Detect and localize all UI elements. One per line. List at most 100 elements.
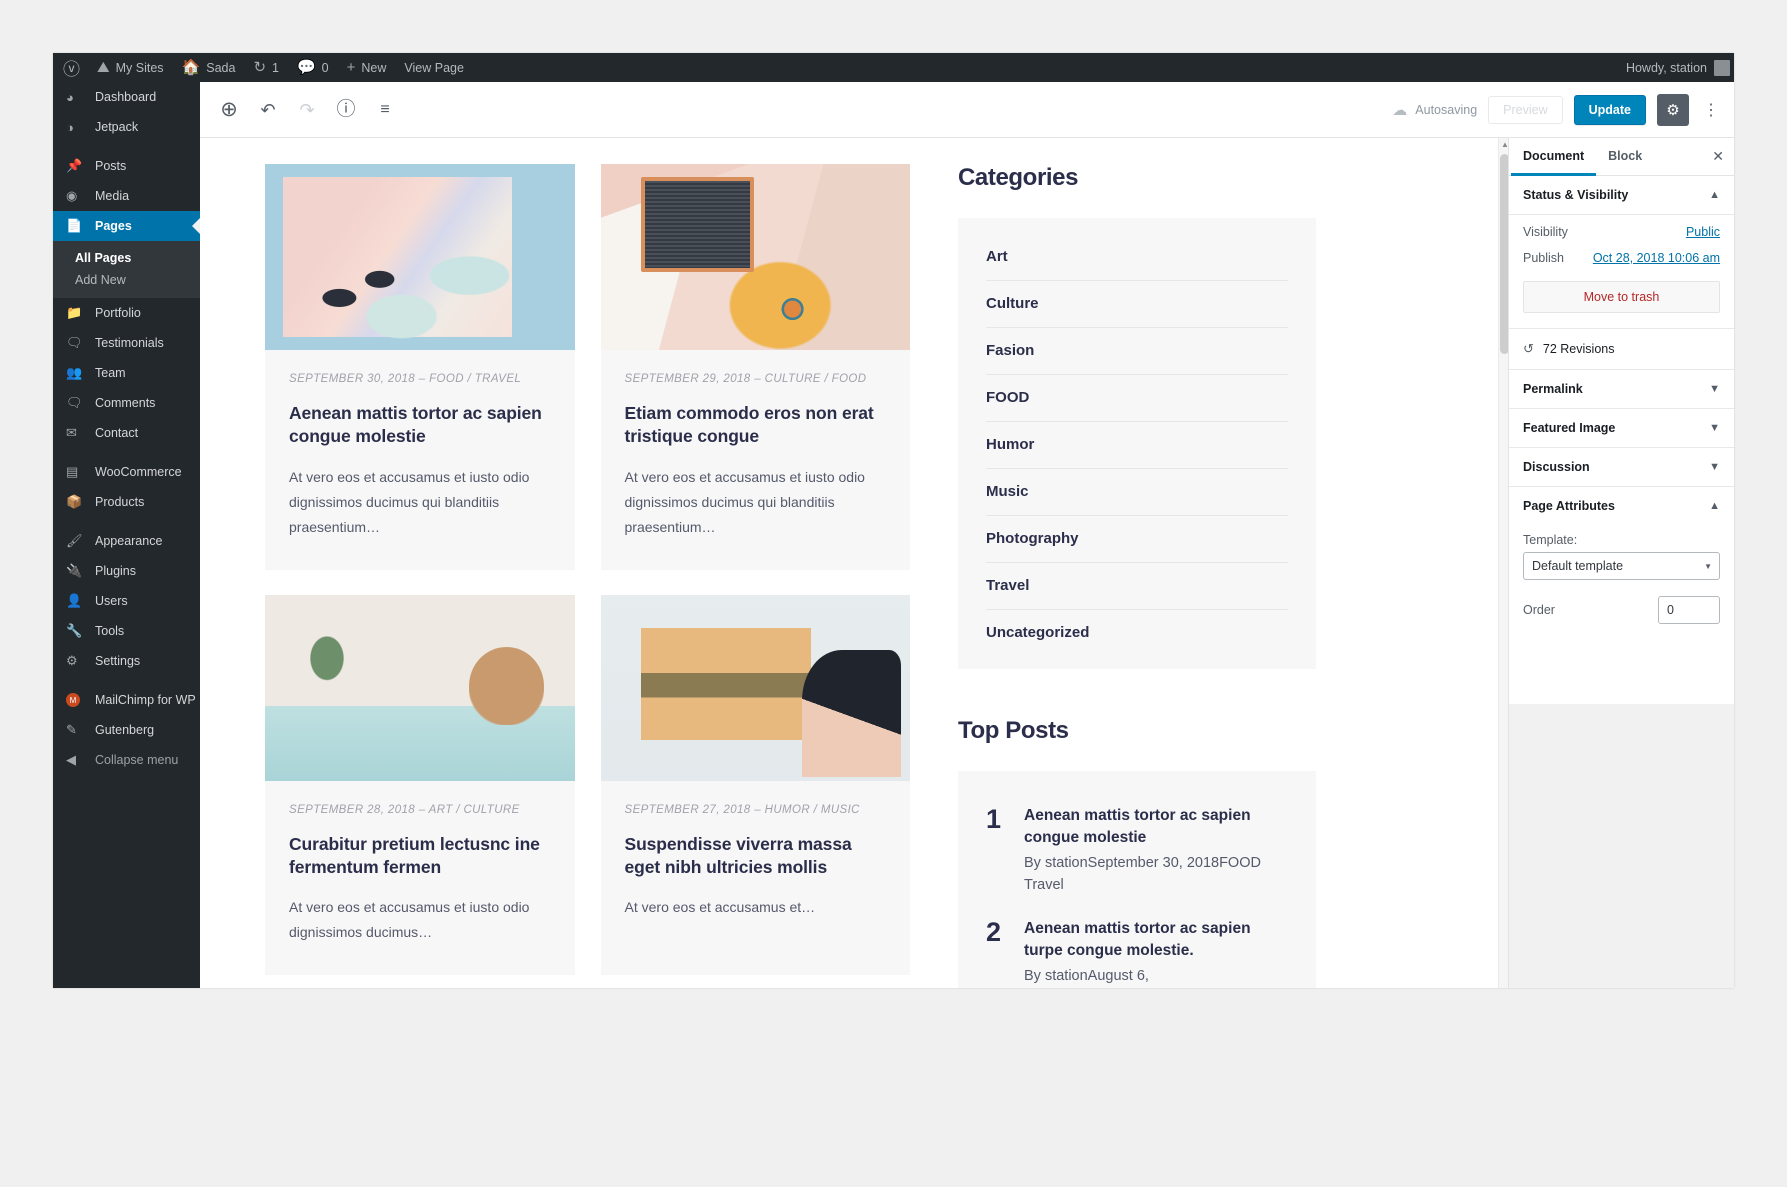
admin-bar-item-new[interactable]: + New bbox=[338, 53, 396, 82]
more-options-button[interactable]: ⋮ bbox=[1700, 94, 1722, 126]
sidebar-item-dashboard[interactable]: ◕ Dashboard bbox=[53, 82, 200, 112]
post-card[interactable]: SEPTEMBER 29, 2018 – CULTURE / FOOD Etia… bbox=[601, 164, 911, 570]
visibility-value[interactable]: Public bbox=[1686, 225, 1720, 239]
comments-icon: 🗨 bbox=[66, 395, 86, 411]
top-post-item[interactable]: 1 Aenean mattis tortor ac sapien congue … bbox=[986, 805, 1288, 896]
preview-button[interactable]: Preview bbox=[1488, 96, 1562, 124]
sidebar-item-label: Contact bbox=[95, 426, 138, 440]
discussion-section[interactable]: Discussion ▼ bbox=[1509, 448, 1734, 487]
wordpress-admin-window: ⓥ ⛰ My Sites 🏠 Sada ↻ 1 💬 0 + New View P… bbox=[53, 53, 1734, 988]
category-item[interactable]: Uncategorized bbox=[986, 610, 1288, 647]
post-title[interactable]: Curabitur pretium lectusnc ine fermentum… bbox=[289, 833, 551, 880]
admin-bar-item-site[interactable]: 🏠 Sada bbox=[173, 53, 245, 82]
sidebar-item-label: Team bbox=[95, 366, 126, 380]
order-field: Order bbox=[1523, 580, 1720, 628]
category-item[interactable]: Travel bbox=[986, 563, 1288, 610]
sidebar-item-users[interactable]: 👤 Users bbox=[53, 586, 200, 616]
sidebar-item-team[interactable]: 👥 Team bbox=[53, 358, 200, 388]
sidebar-item-mailchimp[interactable]: M MailChimp for WP bbox=[53, 685, 200, 715]
sidebar-item-products[interactable]: 📦 Products bbox=[53, 487, 200, 517]
visibility-field: Visibility Public bbox=[1523, 219, 1720, 245]
meta-separator: – bbox=[754, 373, 764, 385]
order-input[interactable] bbox=[1658, 596, 1720, 624]
sidebar-item-media[interactable]: ◉ Media bbox=[53, 181, 200, 211]
category-item[interactable]: Music bbox=[986, 469, 1288, 516]
post-card[interactable]: SEPTEMBER 27, 2018 – HUMOR / MUSIC Suspe… bbox=[601, 595, 911, 976]
top-post-title[interactable]: Aenean mattis tortor ac sapien turpe con… bbox=[1024, 918, 1288, 962]
sidebar-item-contact[interactable]: ✉ Contact bbox=[53, 418, 200, 448]
post-card-body: SEPTEMBER 29, 2018 – CULTURE / FOOD Etia… bbox=[601, 350, 911, 570]
sidebar-item-tools[interactable]: 🔧 Tools bbox=[53, 616, 200, 646]
category-item[interactable]: Culture bbox=[986, 281, 1288, 328]
block-navigation-button[interactable]: ≡ bbox=[367, 92, 403, 128]
pages-submenu: All Pages Add New bbox=[53, 241, 200, 298]
sidebar-item-portfolio[interactable]: 📁 Portfolio bbox=[53, 298, 200, 328]
contact-icon: ✉ bbox=[66, 425, 86, 441]
category-item[interactable]: Art bbox=[986, 244, 1288, 281]
publish-value[interactable]: Oct 28, 2018 10:06 am bbox=[1593, 251, 1720, 265]
close-icon[interactable]: ✕ bbox=[1712, 148, 1732, 165]
featured-image-section[interactable]: Featured Image ▼ bbox=[1509, 409, 1734, 448]
post-meta: SEPTEMBER 29, 2018 – CULTURE / FOOD bbox=[625, 370, 887, 389]
admin-bar-item-my-sites[interactable]: ⛰ My Sites bbox=[88, 53, 173, 82]
post-card[interactable]: SEPTEMBER 30, 2018 – FOOD / TRAVEL Aenea… bbox=[265, 164, 575, 570]
post-categories: FOOD / TRAVEL bbox=[429, 373, 521, 385]
sidebar-item-posts[interactable]: 📌 Posts bbox=[53, 151, 200, 181]
top-post-title[interactable]: Aenean mattis tortor ac sapien congue mo… bbox=[1024, 805, 1288, 849]
post-thumbnail bbox=[601, 595, 911, 781]
sidebar-item-label: Portfolio bbox=[95, 306, 141, 320]
gear-icon: ⚙ bbox=[1666, 101, 1679, 119]
sidebar-item-jetpack[interactable]: ◑ Jetpack bbox=[53, 112, 200, 142]
sidebar-item-label: Tools bbox=[95, 624, 124, 638]
page-attributes-body: Template: Default template ▼ Order bbox=[1509, 533, 1734, 641]
add-block-button[interactable]: ⊕ bbox=[211, 92, 247, 128]
sidebar-item-gutenberg[interactable]: ✎ Gutenberg bbox=[53, 715, 200, 745]
category-item[interactable]: FOOD bbox=[986, 375, 1288, 422]
update-button[interactable]: Update bbox=[1574, 95, 1646, 125]
settings-gear-button[interactable]: ⚙ bbox=[1657, 94, 1689, 126]
post-thumbnail bbox=[601, 164, 911, 350]
post-title[interactable]: Aenean mattis tortor ac sapien congue mo… bbox=[289, 402, 551, 449]
tab-block[interactable]: Block bbox=[1596, 138, 1654, 176]
sidebar-item-woocommerce[interactable]: ▤ WooCommerce bbox=[53, 457, 200, 487]
sidebar-item-comments[interactable]: 🗨 Comments bbox=[53, 388, 200, 418]
admin-bar-account[interactable]: Howdy, station bbox=[1626, 60, 1734, 76]
collapse-icon: ◀ bbox=[66, 752, 86, 768]
post-date: SEPTEMBER 29, 2018 bbox=[625, 373, 751, 385]
plus-icon: + bbox=[347, 60, 356, 75]
wordpress-logo-icon[interactable]: ⓥ bbox=[53, 53, 88, 82]
chevron-up-icon: ▲ bbox=[1709, 189, 1720, 201]
sidebar-item-appearance[interactable]: 🖌 Appearance bbox=[53, 526, 200, 556]
template-select[interactable]: Default template ▼ bbox=[1523, 552, 1720, 580]
post-card[interactable]: SEPTEMBER 28, 2018 – ART / CULTURE Curab… bbox=[265, 595, 575, 976]
sidebar-item-plugins[interactable]: 🔌 Plugins bbox=[53, 556, 200, 586]
undo-button[interactable]: ↶ bbox=[250, 92, 286, 128]
category-item[interactable]: Fasion bbox=[986, 328, 1288, 375]
admin-bar-item-view-page[interactable]: View Page bbox=[395, 53, 473, 82]
revisions-label: 72 Revisions bbox=[1543, 342, 1615, 356]
permalink-section[interactable]: Permalink ▼ bbox=[1509, 370, 1734, 409]
admin-bar-item-comments[interactable]: 💬 0 bbox=[288, 53, 338, 82]
page-attributes-header[interactable]: Page Attributes ▲ bbox=[1509, 487, 1734, 525]
admin-bar-item-updates[interactable]: ↻ 1 bbox=[244, 53, 288, 82]
move-to-trash-button[interactable]: Move to trash bbox=[1523, 281, 1720, 313]
post-title[interactable]: Suspendisse viverra massa eget nibh ultr… bbox=[625, 833, 887, 880]
top-post-item[interactable]: 2 Aenean mattis tortor ac sapien turpe c… bbox=[986, 918, 1288, 987]
post-date: SEPTEMBER 28, 2018 bbox=[289, 804, 415, 816]
post-title[interactable]: Etiam commodo eros non erat tristique co… bbox=[625, 402, 887, 449]
sidebar-item-collapse-menu[interactable]: ◀ Collapse menu bbox=[53, 745, 200, 775]
sidebar-item-testimonials[interactable]: 🗨 Testimonials bbox=[53, 328, 200, 358]
status-visibility-body: Visibility Public Publish Oct 28, 2018 1… bbox=[1509, 215, 1734, 329]
redo-button[interactable]: ↷ bbox=[289, 92, 325, 128]
revisions-row[interactable]: ↺ 72 Revisions bbox=[1509, 329, 1734, 370]
editor-canvas: SEPTEMBER 30, 2018 – FOOD / TRAVEL Aenea… bbox=[200, 138, 1508, 988]
content-info-button[interactable]: ⓘ bbox=[328, 92, 364, 128]
tab-document[interactable]: Document bbox=[1511, 138, 1596, 176]
category-item[interactable]: Humor bbox=[986, 422, 1288, 469]
sidebar-item-pages[interactable]: 📄 Pages bbox=[53, 211, 200, 241]
submenu-item-add-new[interactable]: Add New bbox=[53, 269, 200, 291]
category-item[interactable]: Photography bbox=[986, 516, 1288, 563]
submenu-item-all-pages[interactable]: All Pages bbox=[53, 247, 200, 269]
sidebar-item-settings[interactable]: ⚙ Settings bbox=[53, 646, 200, 676]
status-visibility-header[interactable]: Status & Visibility ▲ bbox=[1509, 176, 1734, 215]
